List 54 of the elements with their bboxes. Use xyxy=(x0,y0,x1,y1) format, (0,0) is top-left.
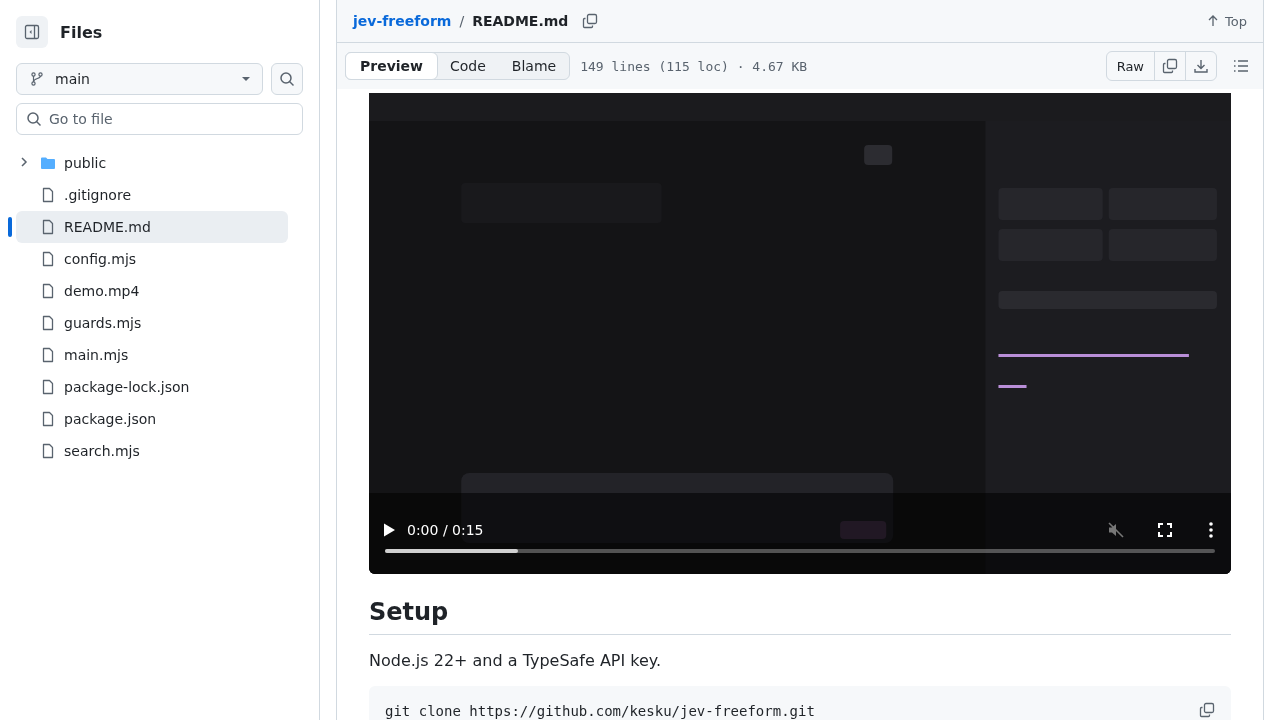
section-heading: Setup xyxy=(369,598,1231,635)
view-tab[interactable]: Preview xyxy=(345,52,438,80)
file-tree-item[interactable]: public xyxy=(16,147,288,179)
search-icon xyxy=(279,71,295,87)
copy-icon[interactable] xyxy=(1199,702,1215,718)
file-icon xyxy=(40,315,56,331)
file-icon xyxy=(40,411,56,427)
video-time: 0:00 / 0:15 xyxy=(407,522,484,538)
file-tree-item[interactable]: main.mjs xyxy=(16,339,288,371)
sidebar-panel-icon xyxy=(24,24,40,40)
code-line: git clone https://github.com/kesku/jev-freeform.git xyxy=(385,703,815,719)
repo-link[interactable]: jev-freeform xyxy=(353,13,452,29)
file-tree-item[interactable]: guards.mjs xyxy=(16,307,288,339)
copy-icon[interactable] xyxy=(582,13,599,29)
file-tree-item[interactable]: package-lock.json xyxy=(16,371,288,403)
folder-icon xyxy=(40,155,56,171)
file-icon xyxy=(40,251,56,267)
more-options-button[interactable] xyxy=(1209,522,1213,538)
video-player[interactable]: 0:00 / 0:15 xyxy=(369,93,1231,574)
search-button[interactable] xyxy=(271,63,303,95)
video-progress-bar[interactable] xyxy=(385,549,1215,553)
view-tab[interactable]: Blame xyxy=(498,53,570,79)
file-icon xyxy=(40,283,56,299)
play-button[interactable] xyxy=(381,522,397,538)
download-icon xyxy=(1193,58,1209,74)
sidebar-title: Files xyxy=(60,22,103,42)
file-icon xyxy=(40,443,56,459)
view-tab[interactable]: Code xyxy=(437,53,499,79)
setup-text: Node.js 22+ and a TypeSafe API key. xyxy=(369,651,663,670)
caret-icon xyxy=(242,75,250,83)
file-tree-item[interactable]: search.mjs xyxy=(16,435,288,467)
path-separator: / xyxy=(459,13,465,29)
file-tree-item[interactable]: demo.mp4 xyxy=(16,275,288,307)
top-link[interactable]: Top xyxy=(1207,13,1247,29)
file-tree-item[interactable]: .gitignore xyxy=(16,179,288,211)
file-tree-item[interactable]: package.json xyxy=(16,403,288,435)
arrow-up-icon xyxy=(1207,15,1220,27)
collapse-sidebar-button[interactable] xyxy=(16,16,48,48)
chevron-icon[interactable] xyxy=(18,156,30,168)
fullscreen-button[interactable] xyxy=(1157,522,1173,538)
branch-select[interactable]: main xyxy=(16,63,263,95)
branch-icon xyxy=(29,71,45,87)
file-info: 149 lines (115 loc) · 4.67 KB xyxy=(580,58,808,74)
file-icon xyxy=(40,379,56,395)
mute-button[interactable] xyxy=(1107,521,1125,539)
copy-icon xyxy=(1162,58,1178,74)
file-icon xyxy=(40,219,56,235)
file-icon xyxy=(40,187,56,203)
file-tree-item[interactable]: README.md xyxy=(16,211,288,243)
go-to-file-field[interactable]: Go to file xyxy=(16,103,303,135)
file-name: README.md xyxy=(472,13,569,29)
file-icon xyxy=(40,347,56,363)
file-tree-item[interactable]: config.mjs xyxy=(16,243,288,275)
search-icon xyxy=(26,111,42,127)
